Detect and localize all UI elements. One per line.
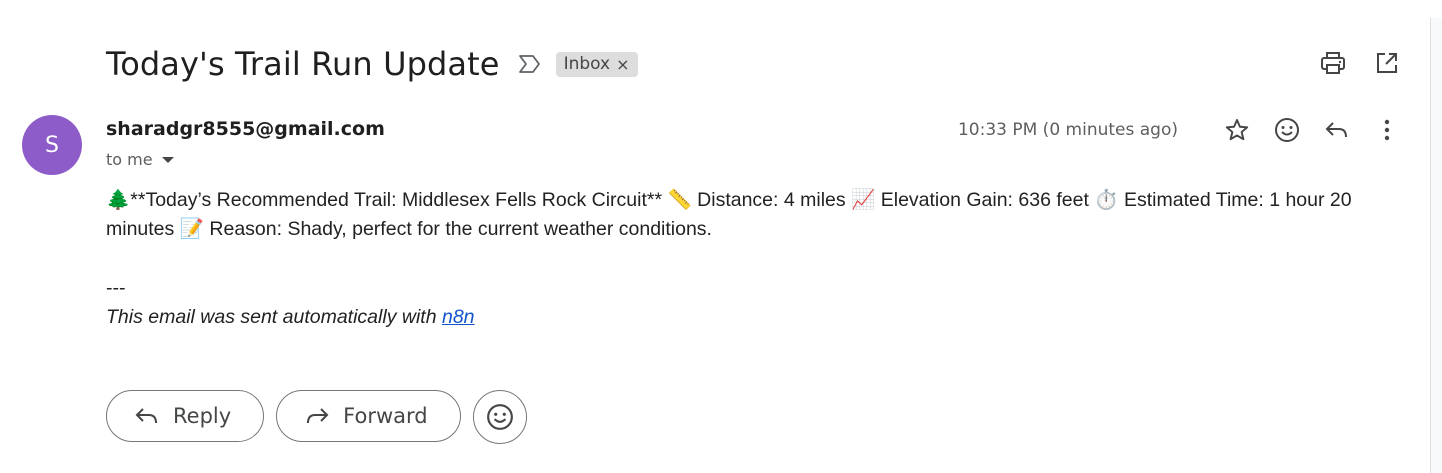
subject-row: Today's Trail Run Update Inbox × bbox=[106, 44, 638, 84]
n8n-link[interactable]: n8n bbox=[442, 306, 475, 328]
forward-button[interactable]: Forward bbox=[276, 390, 461, 442]
recipient-row: to me bbox=[106, 150, 175, 169]
reply-icon[interactable] bbox=[1322, 115, 1352, 145]
forward-button-label: Forward bbox=[343, 404, 428, 428]
emoji-reaction-icon[interactable] bbox=[1272, 115, 1302, 145]
reply-button[interactable]: Reply bbox=[106, 390, 265, 442]
message-meta: 10:33 PM (0 minutes ago) bbox=[958, 112, 1402, 148]
print-icon[interactable] bbox=[1318, 48, 1348, 78]
label-chip-text: Inbox bbox=[563, 54, 611, 74]
forward-icon bbox=[305, 406, 329, 426]
footer-note: This email was sent automatically with n… bbox=[106, 306, 475, 329]
important-marker-icon[interactable] bbox=[518, 51, 544, 77]
top-actions bbox=[1318, 48, 1402, 78]
email-body: 🌲**Today’s Recommended Trail: Middlesex … bbox=[106, 189, 1352, 240]
caret-down-icon[interactable] bbox=[161, 155, 175, 165]
email-subject: Today's Trail Run Update bbox=[106, 45, 500, 83]
reply-icon bbox=[135, 406, 159, 426]
footer-note-text: This email was sent automatically with bbox=[106, 306, 442, 328]
signature-separator: --- bbox=[106, 277, 126, 299]
more-vert-icon[interactable] bbox=[1372, 115, 1402, 145]
reply-button-label: Reply bbox=[173, 404, 232, 428]
reply-actions: Reply Forward bbox=[106, 390, 527, 444]
avatar[interactable]: S bbox=[22, 115, 82, 175]
inbox-label-chip: Inbox × bbox=[555, 51, 638, 77]
star-icon[interactable] bbox=[1222, 115, 1252, 145]
emoji-reaction-icon bbox=[486, 403, 514, 431]
open-in-new-window-icon[interactable] bbox=[1372, 48, 1402, 78]
timestamp: 10:33 PM (0 minutes ago) bbox=[957, 120, 1178, 140]
scrollbar[interactable] bbox=[1430, 18, 1442, 473]
remove-label-button[interactable]: × bbox=[616, 55, 629, 74]
emoji-reaction-button[interactable] bbox=[472, 390, 527, 444]
sender-email[interactable]: sharadgr8555@gmail.com bbox=[106, 118, 385, 140]
recipient-label: to me bbox=[106, 150, 153, 169]
